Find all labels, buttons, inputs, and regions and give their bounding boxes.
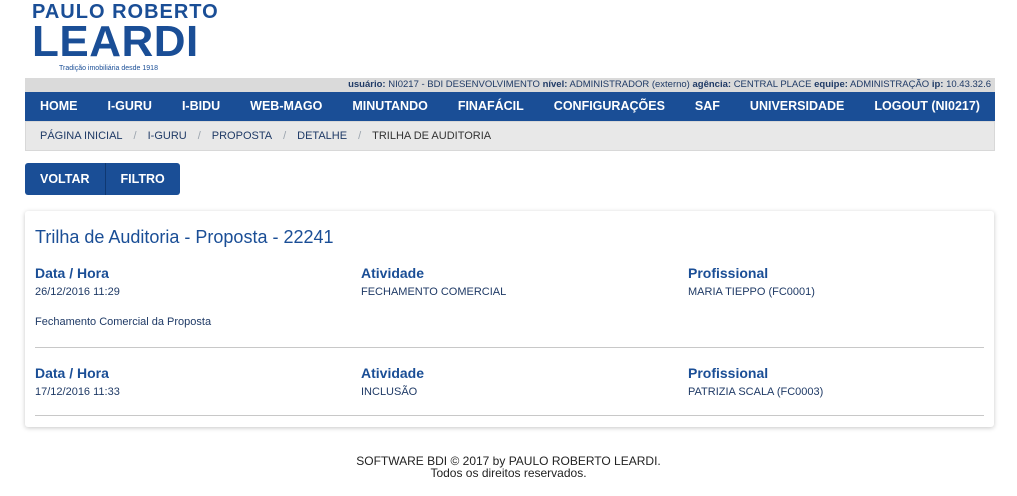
activity-value: INCLUSÃO <box>361 386 418 398</box>
page-footer: SOFTWARE BDI © 2017 by PAULO ROBERTO LEA… <box>0 455 1017 479</box>
breadcrumb-separator: / <box>358 130 362 142</box>
audit-trail-card: Trilha de Auditoria - Proposta - 22241 D… <box>25 211 994 427</box>
agencia-label: agência: <box>692 79 732 90</box>
nivel-label: nível: <box>542 79 568 90</box>
datetime-value: 26/12/2016 11:29 <box>35 286 120 298</box>
professional-column: Profissional MARIA TIEPPO (FC0001) <box>688 265 815 299</box>
datetime-column: Data / Hora 26/12/2016 11:29 <box>35 265 120 299</box>
datetime-label: Data / Hora <box>35 265 109 281</box>
nav-item-logout[interactable]: LOGOUT (NI0217) <box>859 92 995 121</box>
professional-value: PATRIZIA SCALA (FC0003) <box>688 386 824 398</box>
equipe-label: equipe: <box>814 79 848 90</box>
datetime-value: 17/12/2016 11:33 <box>35 386 120 398</box>
professional-value: MARIA TIEPPO (FC0001) <box>688 286 815 298</box>
equipe-value: ADMINISTRAÇÃO <box>850 79 930 90</box>
entry-description: Fechamento Comercial da Proposta <box>35 316 212 328</box>
breadcrumb-i-guru[interactable]: I-GURU <box>148 130 187 142</box>
breadcrumb-separator: / <box>133 130 137 142</box>
nav-item-finafacil[interactable]: FINAFÁCIL <box>443 92 539 121</box>
voltar-button[interactable]: VOLTAR <box>25 163 105 195</box>
activity-column: Atividade INCLUSÃO <box>361 365 424 399</box>
nivel-value: ADMINISTRADOR (externo) <box>569 79 690 90</box>
breadcrumb-separator: / <box>283 130 287 142</box>
nav-item-web-mago[interactable]: WEB-MAGO <box>235 92 337 121</box>
nav-item-minutando[interactable]: MINUTANDO <box>337 92 442 121</box>
nav-item-home[interactable]: HOME <box>25 92 93 121</box>
main-nav: HOME I-GURU I-BIDU WEB-MAGO MINUTANDO FI… <box>25 92 995 121</box>
activity-column: Atividade FECHAMENTO COMERCIAL <box>361 265 506 299</box>
action-button-group: VOLTAR FILTRO <box>25 163 180 195</box>
professional-label: Profissional <box>688 265 769 281</box>
nav-item-i-guru[interactable]: I-GURU <box>93 92 167 121</box>
ip-value: 10.43.32.6 <box>946 79 991 90</box>
nav-item-saf[interactable]: SAF <box>680 92 735 121</box>
ip-label: ip: <box>931 79 944 90</box>
user-info-bar: usuário: NI0217 - BDI DESENVOLVIMENTO ní… <box>25 78 995 92</box>
nav-item-universidade[interactable]: UNIVERSIDADE <box>735 92 859 121</box>
activity-label: Atividade <box>361 265 425 281</box>
logo-tagline: Tradição imobiliária desde 1918 <box>59 65 158 72</box>
nav-item-i-bidu[interactable]: I-BIDU <box>167 92 235 121</box>
professional-column: Profissional PATRIZIA SCALA (FC0003) <box>688 365 823 399</box>
datetime-column: Data / Hora 17/12/2016 11:33 <box>35 365 120 399</box>
agencia-value: CENTRAL PLACE <box>733 79 812 90</box>
activity-value: FECHAMENTO COMERCIAL <box>361 286 507 298</box>
filtro-button[interactable]: FILTRO <box>104 163 180 195</box>
professional-label: Profissional <box>688 365 769 381</box>
logo-line-2: LEARDI <box>32 17 199 66</box>
card-title: Trilha de Auditoria - Proposta - 22241 <box>35 227 334 247</box>
activity-label: Atividade <box>361 365 425 381</box>
breadcrumb-pagina-inicial[interactable]: PÁGINA INICIAL <box>40 130 123 142</box>
entry-divider <box>35 347 984 348</box>
breadcrumb-detalhe[interactable]: DETALHE <box>297 130 347 142</box>
nav-item-configuracoes[interactable]: CONFIGURAÇÕES <box>539 92 680 121</box>
datetime-label: Data / Hora <box>35 365 109 381</box>
usuario-label: usuário: <box>348 79 386 90</box>
breadcrumb-separator: / <box>197 130 201 142</box>
breadcrumb: PÁGINA INICIAL / I-GURU / PROPOSTA / DET… <box>25 121 995 151</box>
breadcrumb-proposta[interactable]: PROPOSTA <box>212 130 272 142</box>
usuario-value: NI0217 - BDI DESENVOLVIMENTO <box>388 79 540 90</box>
footer-rights: Todos os direitos reservados. <box>430 466 587 480</box>
entry-divider <box>35 415 984 416</box>
company-logo: PAULO ROBERTO LEARDI Tradição imobiliári… <box>32 2 232 74</box>
breadcrumb-trilha-de-auditoria: TRILHA DE AUDITORIA <box>372 130 492 142</box>
